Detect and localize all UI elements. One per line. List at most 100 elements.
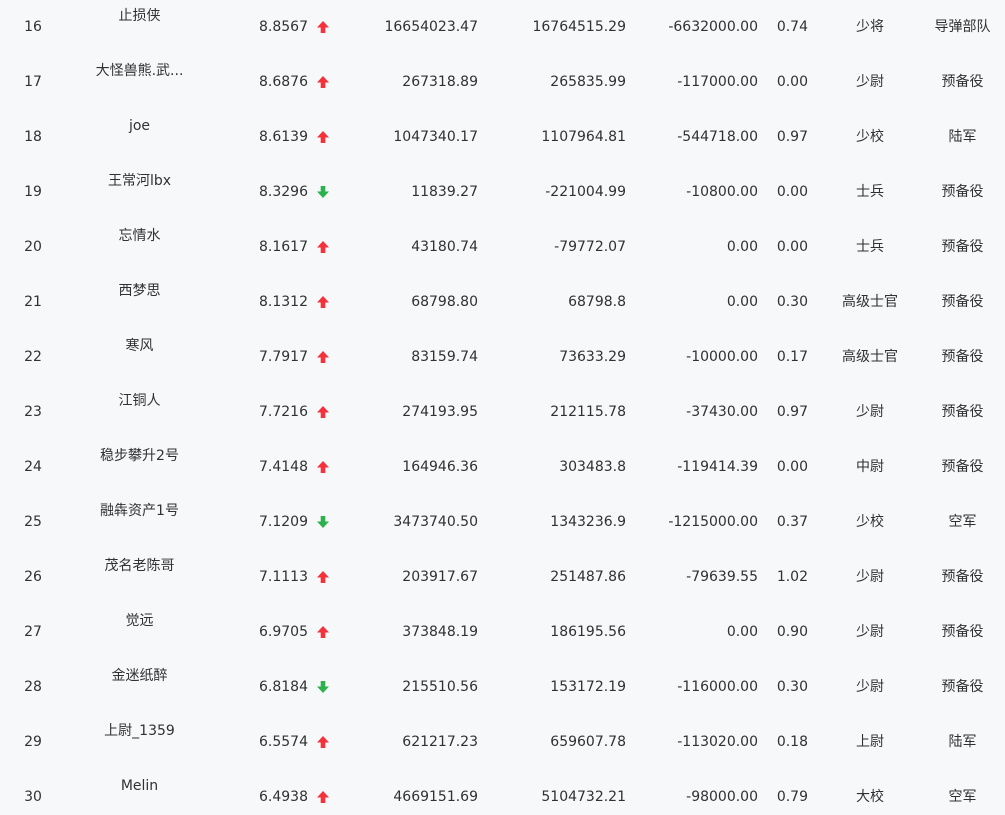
table-row[interactable]: 30 Melin 6.4938 4669151.69 5104732.21 -98000.… <box>0 759 1005 814</box>
unit-cell: 预备役 <box>941 679 984 695</box>
value-1-cell: 4669151.69 <box>393 789 478 805</box>
value-2-cell: 265835.99 <box>550 74 626 90</box>
unit-cell: 预备役 <box>941 294 984 310</box>
name-cell: 上尉_1359 <box>104 723 175 739</box>
value-4-cell: 0.18 <box>776 734 808 750</box>
arrow-down-icon <box>317 681 329 693</box>
table-row[interactable]: 23 江铜人 7.7216 274193.95 212115.78 -37430.00 0.… <box>0 374 1005 429</box>
arrow-up-icon <box>317 406 329 418</box>
table-row[interactable]: 28 金迷纸醉 6.8184 215510.56 153172.19 -116000.00… <box>0 649 1005 704</box>
military-rank-cell: 高级士官 <box>842 349 898 365</box>
value-1-cell: 203917.67 <box>402 569 478 585</box>
unit-cell: 导弹部队 <box>934 19 991 35</box>
value-2-cell: 153172.19 <box>550 679 626 695</box>
value-4-cell: 0.00 <box>776 184 808 200</box>
name-cell: 寒风 <box>125 338 154 354</box>
name-cell: 稳步攀升2号 <box>100 448 179 464</box>
military-rank-cell: 上尉 <box>856 734 884 750</box>
value-1-cell: 164946.36 <box>402 459 478 475</box>
rank-cell: 22 <box>24 349 42 365</box>
unit-cell: 预备役 <box>941 459 984 475</box>
score-cell: 8.1617 <box>259 239 308 255</box>
value-1-cell: 43180.74 <box>411 239 478 255</box>
value-3-cell: -113020.00 <box>677 734 758 750</box>
rank-cell: 18 <box>24 129 42 145</box>
rank-cell: 28 <box>24 679 42 695</box>
value-4-cell: 0.74 <box>776 19 808 35</box>
value-2-cell: 251487.86 <box>550 569 626 585</box>
name-cell: 王常河lbx <box>107 173 172 189</box>
unit-cell: 预备役 <box>941 404 984 420</box>
arrow-up-icon <box>317 571 329 583</box>
value-1-cell: 274193.95 <box>402 404 478 420</box>
table-row[interactable]: 21 西梦思 8.1312 68798.80 68798.8 0.00 0.30 高级士官 预备… <box>0 264 1005 319</box>
military-rank-cell: 中尉 <box>856 459 884 475</box>
name-cell: 西梦思 <box>118 283 161 299</box>
value-3-cell: -37430.00 <box>686 404 758 420</box>
value-3-cell: -1215000.00 <box>668 514 758 530</box>
unit-cell: 空军 <box>948 789 977 805</box>
arrow-up-icon <box>317 736 329 748</box>
table-row[interactable]: 19 王常河lbx 8.3296 11839.27 -221004.99 -10800.0… <box>0 154 1005 209</box>
arrow-up-icon <box>317 626 329 638</box>
value-3-cell: -79639.55 <box>686 569 758 585</box>
military-rank-cell: 少校 <box>856 514 884 530</box>
table-row[interactable]: 18 joe 8.6139 1047340.17 1107964.81 -544718.0… <box>0 99 1005 154</box>
value-1-cell: 373848.19 <box>402 624 478 640</box>
rank-cell: 17 <box>24 74 42 90</box>
unit-cell: 预备役 <box>941 74 984 90</box>
score-cell: 6.5574 <box>259 734 308 750</box>
value-4-cell: 0.17 <box>776 349 808 365</box>
name-cell: 忘情水 <box>118 228 161 244</box>
value-4-cell: 0.97 <box>776 129 808 145</box>
ranking-table: 16 止损侠 8.8567 16654023.47 16764515.29 -663200… <box>0 0 1005 815</box>
value-3-cell: 0.00 <box>726 239 758 255</box>
value-2-cell: 73633.29 <box>559 349 626 365</box>
arrow-up-icon <box>317 461 329 473</box>
value-4-cell: 0.37 <box>776 514 808 530</box>
value-3-cell: -116000.00 <box>677 679 758 695</box>
score-cell: 8.6876 <box>259 74 308 90</box>
score-cell: 6.4938 <box>259 789 308 805</box>
unit-cell: 预备役 <box>941 624 984 640</box>
value-4-cell: 0.97 <box>776 404 808 420</box>
score-cell: 7.7917 <box>259 349 308 365</box>
table-row[interactable]: 22 寒风 7.7917 83159.74 73633.29 -10000.00 0.17 高… <box>0 319 1005 374</box>
arrow-down-icon <box>317 186 329 198</box>
military-rank-cell: 士兵 <box>856 184 884 200</box>
rank-cell: 26 <box>24 569 42 585</box>
name-cell: 融犇资产1号 <box>100 503 179 519</box>
arrow-down-icon <box>317 516 329 528</box>
table-row[interactable]: 16 止损侠 8.8567 16654023.47 16764515.29 -663200… <box>0 0 1005 44</box>
table-row[interactable]: 26 茂名老陈哥 7.1113 203917.67 251487.86 -79639.55… <box>0 539 1005 594</box>
name-cell: joe <box>128 118 151 134</box>
unit-cell: 预备役 <box>941 184 984 200</box>
table-row[interactable]: 25 融犇资产1号 7.1209 3473740.50 1343236.9 -121500… <box>0 484 1005 539</box>
value-4-cell: 0.00 <box>776 239 808 255</box>
table-row[interactable]: 29 上尉_1359 6.5574 621217.23 659607.78 -113020… <box>0 704 1005 759</box>
value-3-cell: 0.00 <box>726 294 758 310</box>
rank-cell: 19 <box>24 184 42 200</box>
score-cell: 7.1209 <box>259 514 308 530</box>
military-rank-cell: 士兵 <box>856 239 884 255</box>
name-cell: 大怪兽熊.武... <box>95 63 184 79</box>
table-row[interactable]: 24 稳步攀升2号 7.4148 164946.36 303483.8 -119414.3… <box>0 429 1005 484</box>
value-3-cell: -119414.39 <box>677 459 758 475</box>
table-row[interactable]: 27 觉远 6.9705 373848.19 186195.56 0.00 0.90 少尉 预备… <box>0 594 1005 649</box>
arrow-up-icon <box>317 351 329 363</box>
value-2-cell: 68798.8 <box>568 294 626 310</box>
rank-cell: 20 <box>24 239 42 255</box>
value-3-cell: -544718.00 <box>677 129 758 145</box>
value-1-cell: 11839.27 <box>411 184 478 200</box>
arrow-up-icon <box>317 76 329 88</box>
value-2-cell: 1343236.9 <box>550 514 626 530</box>
table-row[interactable]: 20 忘情水 8.1617 43180.74 -79772.07 0.00 0.00 士兵 预备… <box>0 209 1005 264</box>
value-4-cell: 1.02 <box>776 569 808 585</box>
rank-cell: 21 <box>24 294 42 310</box>
score-cell: 7.7216 <box>259 404 308 420</box>
table-row[interactable]: 17 大怪兽熊.武... 8.6876 267318.89 265835.99 -1170… <box>0 44 1005 99</box>
value-1-cell: 16654023.47 <box>384 19 478 35</box>
value-1-cell: 83159.74 <box>411 349 478 365</box>
value-4-cell: 0.00 <box>776 74 808 90</box>
score-cell: 8.3296 <box>259 184 308 200</box>
